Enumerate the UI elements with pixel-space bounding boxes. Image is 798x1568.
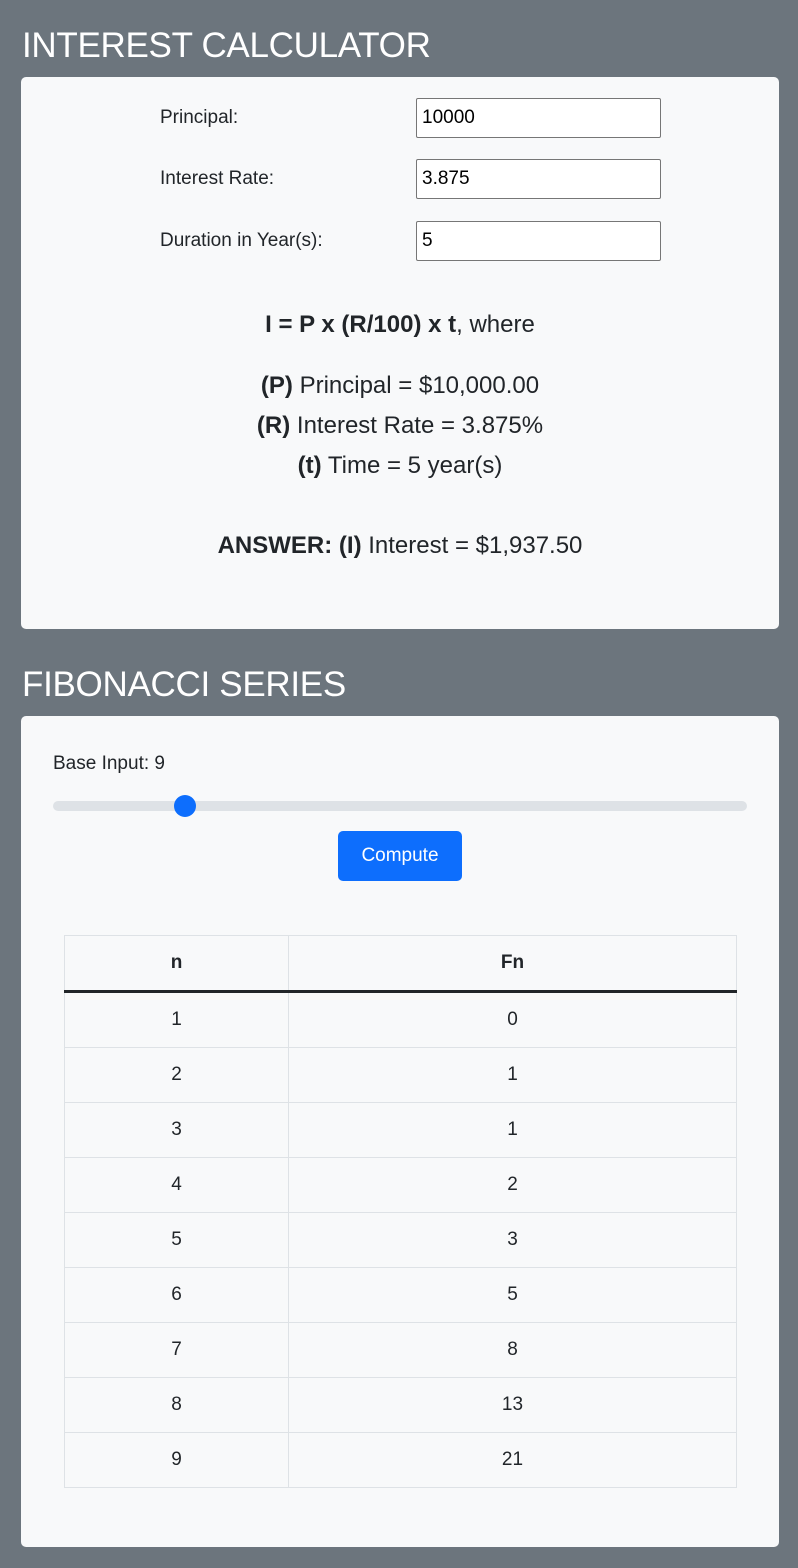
principal-result: (P) Principal = $10,000.00	[21, 371, 779, 401]
principal-input[interactable]	[416, 98, 661, 138]
interest-rate-result-key: (R)	[256, 412, 291, 439]
formula-text: I = P x (R/100) x t, where	[21, 310, 779, 340]
cell-n: 6	[64, 1267, 289, 1323]
table-row: 53	[64, 1212, 737, 1268]
interest-rate-input[interactable]	[416, 159, 661, 199]
base-input-slider[interactable]	[53, 795, 747, 817]
column-header-n: n	[64, 935, 289, 993]
cell-fn: 13	[288, 1377, 737, 1433]
table-row: 21	[64, 1047, 737, 1103]
interest-answer-value: Interest = $1,937.50	[361, 532, 583, 559]
principal-row: Principal:	[160, 98, 661, 138]
slider-thumb[interactable]	[173, 795, 196, 817]
duration-input[interactable]	[416, 221, 661, 261]
time-result-key: (t)	[297, 452, 322, 479]
time-result: (t) Time = 5 year(s)	[21, 451, 779, 481]
principal-result-key: (P)	[260, 372, 293, 399]
cell-fn: 8	[288, 1322, 737, 1378]
interest-calculator-card: Principal: Interest Rate: Duration in Ye…	[21, 77, 779, 629]
fibonacci-series-card: Base Input: 9 Compute n Fn 10 21 31 42 5…	[21, 716, 779, 1547]
cell-n: 1	[64, 991, 289, 1048]
base-input-label: Base Input: 9	[53, 753, 165, 774]
fibonacci-table: n Fn 10 21 31 42 53 65 78 8 13 9 21	[64, 935, 737, 1488]
cell-fn: 1	[288, 1047, 737, 1103]
table-row: 65	[64, 1267, 737, 1323]
table-row: 42	[64, 1157, 737, 1213]
cell-n: 7	[64, 1322, 289, 1378]
table-row: 9 21	[64, 1432, 737, 1488]
formula-expression: I = P x (R/100) x t	[265, 311, 457, 338]
table-header-row: n Fn	[64, 935, 737, 993]
cell-n: 5	[64, 1212, 289, 1268]
cell-fn: 3	[288, 1212, 737, 1268]
formula-suffix: , where	[456, 311, 535, 338]
column-header-fn: Fn	[288, 935, 737, 993]
cell-fn: 2	[288, 1157, 737, 1213]
principal-result-value: Principal = $10,000.00	[292, 372, 540, 399]
cell-fn: 1	[288, 1102, 737, 1158]
cell-fn: 5	[288, 1267, 737, 1323]
cell-n: 9	[64, 1432, 289, 1488]
time-result-value: Time = 5 year(s)	[321, 452, 503, 479]
compute-button[interactable]: Compute	[338, 831, 462, 881]
principal-label: Principal:	[160, 107, 239, 128]
duration-label: Duration in Year(s):	[160, 230, 323, 251]
cell-n: 4	[64, 1157, 289, 1213]
interest-calculator-title: INTEREST CALCULATOR	[22, 26, 431, 65]
fibonacci-series-title: FIBONACCI SERIES	[22, 665, 346, 704]
interest-rate-result: (R) Interest Rate = 3.875%	[21, 411, 779, 441]
table-row: 78	[64, 1322, 737, 1378]
interest-answer-key: ANSWER: (I)	[217, 532, 362, 559]
cell-n: 3	[64, 1102, 289, 1158]
interest-rate-label: Interest Rate:	[160, 168, 275, 189]
duration-row: Duration in Year(s):	[160, 221, 661, 261]
interest-rate-result-value: Interest Rate = 3.875%	[290, 412, 544, 439]
table-row: 8 13	[64, 1377, 737, 1433]
table-row: 31	[64, 1102, 737, 1158]
cell-n: 8	[64, 1377, 289, 1433]
interest-answer: ANSWER: (I) Interest = $1,937.50	[21, 531, 779, 561]
cell-fn: 21	[288, 1432, 737, 1488]
cell-fn: 0	[288, 991, 737, 1048]
interest-rate-row: Interest Rate:	[160, 159, 661, 199]
table-row: 10	[64, 991, 737, 1048]
cell-n: 2	[64, 1047, 289, 1103]
